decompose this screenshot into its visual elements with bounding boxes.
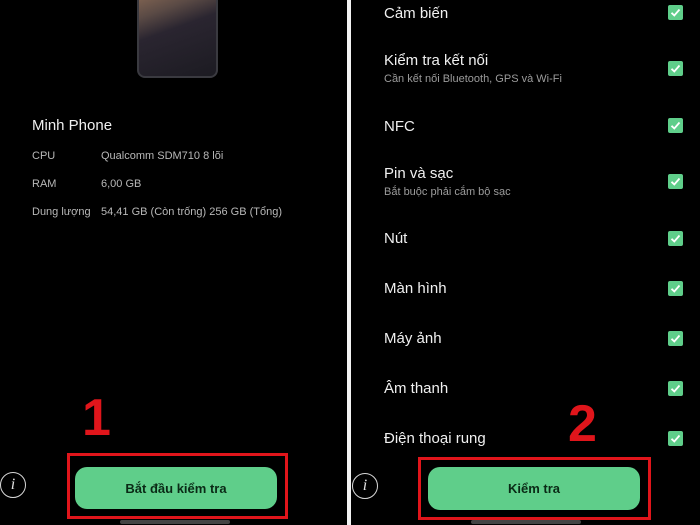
spec-value: 6,00 GB [101,178,142,190]
phone-image [137,0,218,78]
item-label: Pin và sạc [384,165,454,182]
checkbox-checked-icon[interactable] [668,231,683,246]
spec-key: CPU [32,150,56,162]
item-label: Điện thoại rung [384,430,486,447]
item-label: NFC [384,118,415,135]
start-check-button[interactable]: Bắt đầu kiểm tra [75,467,277,509]
list-item[interactable]: Nút [384,230,684,247]
item-label: Máy ảnh [384,330,442,347]
step-number-1: 1 [82,389,111,447]
spec-value: Qualcomm SDM710 8 lõi [101,150,224,162]
info-icon[interactable]: i [0,472,26,498]
item-label: Màn hình [384,280,447,297]
check-button[interactable]: Kiểm tra [428,467,640,510]
list-item[interactable]: Âm thanh [384,380,684,397]
list-item[interactable]: Kiểm tra kết nối Cần kết nối Bluetooth, … [384,52,684,85]
step-number-2: 2 [568,395,597,453]
home-indicator [120,520,230,524]
item-label: Kiểm tra kết nối [384,52,489,69]
item-label: Nút [384,230,408,247]
info-icon[interactable]: i [352,473,378,499]
checkbox-checked-icon[interactable] [668,5,683,20]
checkbox-checked-icon[interactable] [668,118,683,133]
list-item[interactable]: NFC [384,118,684,135]
list-item[interactable]: Pin và sạc Bắt buộc phải cắm bộ sạc [384,165,684,198]
spec-key: RAM [32,178,57,190]
list-item[interactable]: Máy ảnh [384,330,684,347]
list-item[interactable]: Điện thoại rung [384,430,684,447]
home-indicator [471,520,581,524]
list-item[interactable]: Cảm biến [384,5,684,22]
spec-value: 54,41 GB (Còn trống) 256 GB (Tổng) [101,206,282,218]
checkbox-checked-icon[interactable] [668,431,683,446]
device-name: Minh Phone [32,117,113,134]
checkbox-checked-icon[interactable] [668,61,683,76]
list-item[interactable]: Màn hình [384,280,684,297]
checkbox-checked-icon[interactable] [668,331,683,346]
checkbox-checked-icon[interactable] [668,381,683,396]
checkbox-checked-icon[interactable] [668,281,683,296]
item-label: Cảm biến [384,5,449,22]
item-label: Âm thanh [384,380,449,397]
test-list-screen: Cảm biến Kiểm tra kết nối Cần kết nối Bl… [351,0,700,525]
spec-key: Dung lượng [32,206,91,218]
device-info-screen: Minh Phone CPU Qualcomm SDM710 8 lõi RAM… [0,0,347,525]
item-subtitle: Bắt buộc phải cắm bộ sạc [384,186,511,198]
item-subtitle: Cần kết nối Bluetooth, GPS và Wi-Fi [384,73,562,85]
checkbox-checked-icon[interactable] [668,174,683,189]
